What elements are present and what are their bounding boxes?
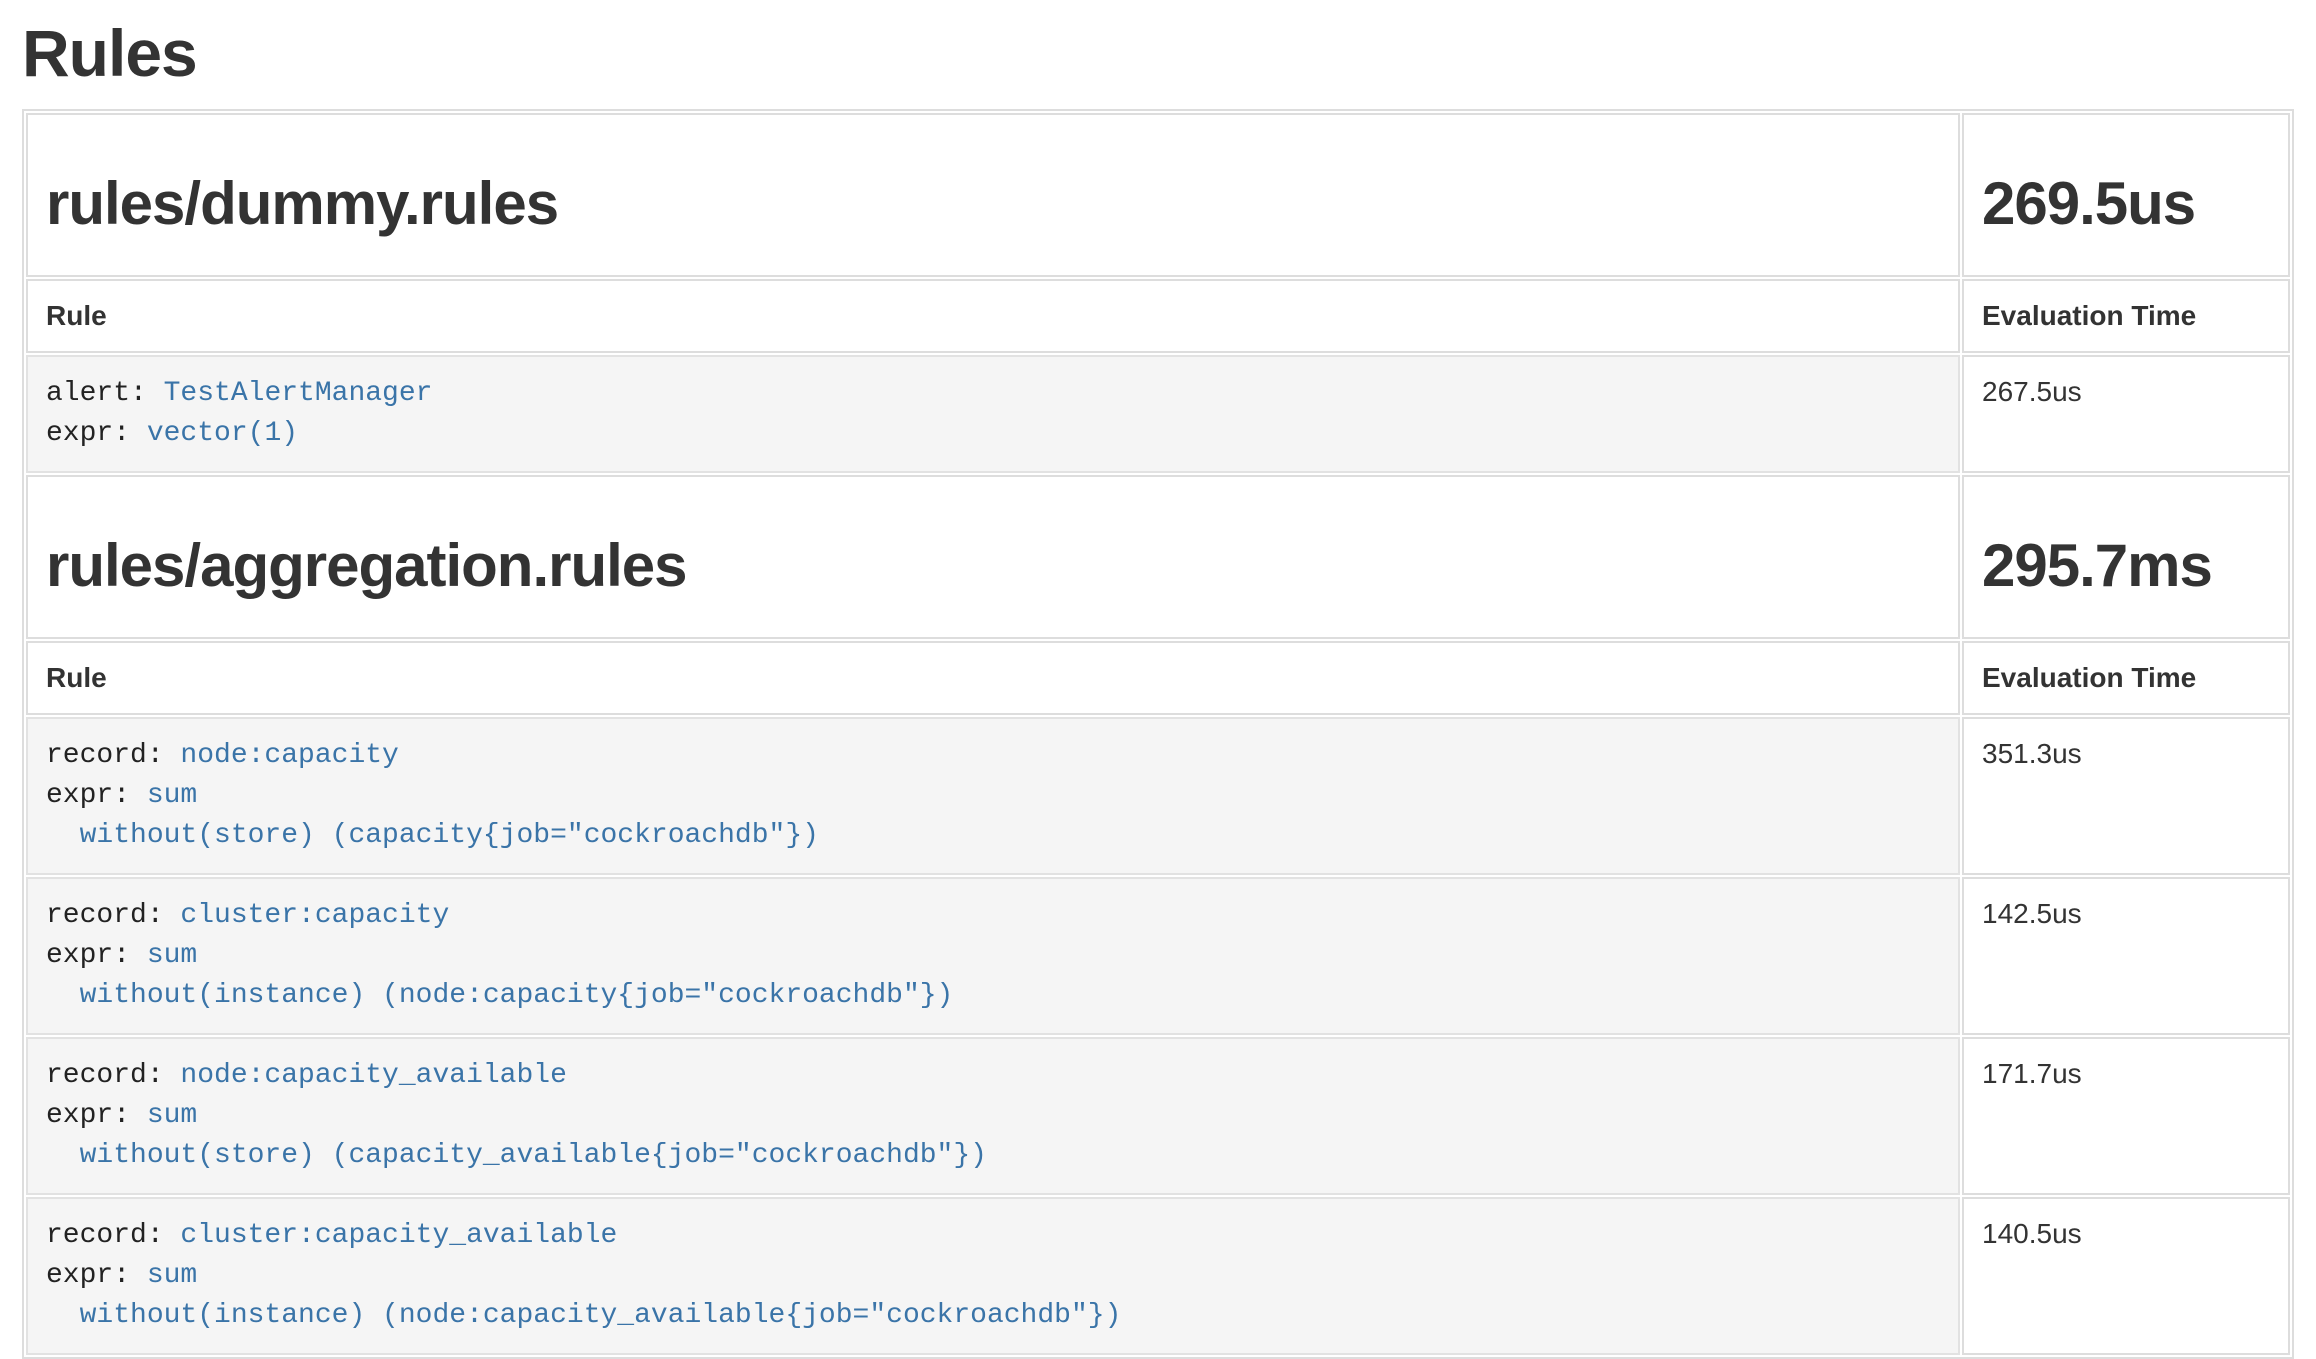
column-header-row: Rule Evaluation Time <box>26 279 2290 353</box>
rule-column-header: Rule <box>26 641 1960 715</box>
rule-evaluation-time: 351.3us <box>1962 717 2290 875</box>
expr-continuation-link[interactable]: without(instance) (node:capacity_availab… <box>46 1300 1121 1331</box>
rule-row: alert: TestAlertManager expr: vector(1) … <box>26 355 2290 473</box>
record-name-link[interactable]: node:capacity <box>180 740 398 771</box>
expr-continuation-link[interactable]: without(store) (capacity{job="cockroachd… <box>46 820 819 851</box>
rule-definition-cell: alert: TestAlertManager expr: vector(1) <box>26 355 1960 473</box>
record-name-link[interactable]: cluster:capacity_available <box>180 1220 617 1251</box>
rule-group-evaluation-time: 269.5us <box>1982 171 2270 237</box>
expr-key-label: expr: <box>46 940 147 971</box>
rule-code: alert: TestAlertManager expr: vector(1) <box>28 357 1958 471</box>
record-name-link[interactable]: cluster:capacity <box>180 900 449 931</box>
rule-definition-cell: record: cluster:capacity expr: sum witho… <box>26 877 1960 1035</box>
rules-table: rules/dummy.rules 269.5us Rule Evaluatio… <box>22 109 2294 1359</box>
evaluation-time-column-header: Evaluation Time <box>1962 641 2290 715</box>
expr-link[interactable]: sum <box>147 780 197 811</box>
expr-link[interactable]: vector(1) <box>147 418 298 449</box>
rule-group-file: rules/dummy.rules <box>46 171 1940 237</box>
record-key-label: record: <box>46 900 180 931</box>
rule-evaluation-time: 142.5us <box>1962 877 2290 1035</box>
evaluation-time-column-header: Evaluation Time <box>1962 279 2290 353</box>
record-key-label: record: <box>46 740 180 771</box>
expr-key-label: expr: <box>46 418 147 449</box>
rule-definition-cell: record: cluster:capacity_available expr:… <box>26 1197 1960 1355</box>
rule-row: record: cluster:capacity_available expr:… <box>26 1197 2290 1355</box>
record-name-link[interactable]: node:capacity_available <box>180 1060 566 1091</box>
expr-link[interactable]: sum <box>147 940 197 971</box>
rule-group-evaluation-time-cell: 295.7ms <box>1962 475 2290 639</box>
rule-row: record: node:capacity expr: sum without(… <box>26 717 2290 875</box>
rules-page: Rules rules/dummy.rules 269.5us Rule Eva… <box>0 0 2316 1359</box>
record-key-label: record: <box>46 1060 180 1091</box>
rule-definition-cell: record: node:capacity expr: sum without(… <box>26 717 1960 875</box>
expr-continuation-link[interactable]: without(store) (capacity_available{job="… <box>46 1140 987 1171</box>
alert-name-link[interactable]: TestAlertManager <box>164 378 433 409</box>
rule-code: record: cluster:capacity expr: sum witho… <box>28 879 1958 1033</box>
expr-link[interactable]: sum <box>147 1100 197 1131</box>
rule-evaluation-time: 140.5us <box>1962 1197 2290 1355</box>
rule-row: record: node:capacity_available expr: su… <box>26 1037 2290 1195</box>
expr-link[interactable]: sum <box>147 1260 197 1291</box>
rule-definition-cell: record: node:capacity_available expr: su… <box>26 1037 1960 1195</box>
rule-column-header: Rule <box>26 279 1960 353</box>
rule-group-evaluation-time-cell: 269.5us <box>1962 113 2290 277</box>
rule-group-file: rules/aggregation.rules <box>46 533 1940 599</box>
rule-group-evaluation-time: 295.7ms <box>1982 533 2270 599</box>
rule-row: record: cluster:capacity expr: sum witho… <box>26 877 2290 1035</box>
rule-evaluation-time: 171.7us <box>1962 1037 2290 1195</box>
rule-evaluation-time: 267.5us <box>1962 355 2290 473</box>
rule-group-file-cell: rules/aggregation.rules <box>26 475 1960 639</box>
expr-key-label: expr: <box>46 780 147 811</box>
column-header-row: Rule Evaluation Time <box>26 641 2290 715</box>
rule-code: record: cluster:capacity_available expr:… <box>28 1199 1958 1353</box>
expr-key-label: expr: <box>46 1260 147 1291</box>
expr-key-label: expr: <box>46 1100 147 1131</box>
expr-continuation-link[interactable]: without(instance) (node:capacity{job="co… <box>46 980 953 1011</box>
rule-group-header-row: rules/dummy.rules 269.5us <box>26 113 2290 277</box>
rule-code: record: node:capacity expr: sum without(… <box>28 719 1958 873</box>
record-key-label: record: <box>46 1220 180 1251</box>
rule-group-file-cell: rules/dummy.rules <box>26 113 1960 277</box>
rule-code: record: node:capacity_available expr: su… <box>28 1039 1958 1193</box>
alert-key-label: alert: <box>46 378 164 409</box>
page-title: Rules <box>22 18 2294 89</box>
rule-group-header-row: rules/aggregation.rules 295.7ms <box>26 475 2290 639</box>
